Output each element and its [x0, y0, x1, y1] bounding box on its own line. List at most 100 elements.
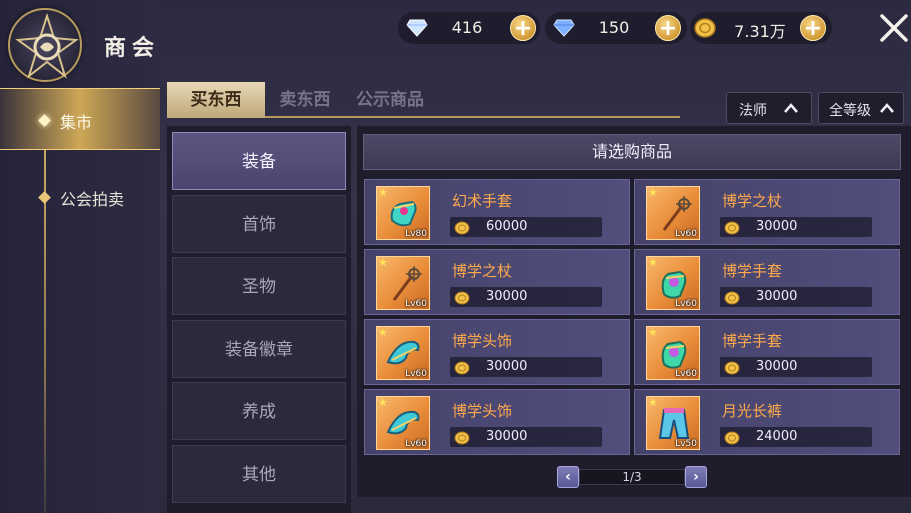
category-other[interactable]: 其他: [172, 445, 346, 503]
item-price: 30000: [486, 289, 528, 304]
gloves-icon: [390, 200, 417, 227]
item-price-bar: 24000: [720, 427, 872, 447]
item-thumbnail: ★ Lv60: [376, 256, 430, 310]
close-button[interactable]: [878, 12, 910, 44]
diamond-marker-icon: [38, 114, 51, 127]
currency-gold: 7.31万 +: [690, 12, 832, 44]
class-filter-dropdown[interactable]: 法师: [726, 92, 812, 124]
pagination: ‹ 1/3 ›: [557, 466, 707, 488]
category-equipment[interactable]: 装备: [172, 132, 346, 190]
item-level: Lv60: [405, 439, 427, 449]
goods-panel: 请选购商品 ★ Lv80 幻术手套 60000 ★ Lv60 博学之杖 3000…: [357, 126, 911, 497]
goods-header: 请选购商品: [363, 134, 901, 170]
gold-coin-icon: [724, 430, 740, 449]
gold-value: 7.31万: [734, 22, 786, 41]
item-price: 30000: [756, 219, 798, 234]
sidebar-item-label: 集市: [60, 113, 93, 132]
currency-diamond: 416 +: [398, 12, 540, 44]
hat-icon: [386, 340, 420, 365]
add-diamond-button[interactable]: +: [510, 15, 536, 41]
sidebar-item-market[interactable]: 集市: [0, 88, 160, 150]
diamond-value: 416: [451, 18, 483, 37]
tab-public-goods[interactable]: 公示商品: [345, 82, 435, 118]
goods-item[interactable]: ★ Lv80 幻术手套 60000: [364, 179, 630, 245]
goods-item[interactable]: ★ Lv60 博学头饰 30000: [364, 389, 630, 455]
tab-bar: 买东西 卖东西 公示商品: [167, 82, 680, 118]
item-price: 30000: [756, 359, 798, 374]
level-filter-label: 全等级: [829, 103, 871, 119]
item-name: 博学头饰: [452, 332, 513, 350]
diamond-marker-icon: [38, 191, 51, 204]
gold-coin-icon: [454, 220, 470, 239]
chevron-up-icon: [783, 102, 799, 118]
gold-coin-icon: [724, 290, 740, 309]
gold-coin-icon: [454, 430, 470, 449]
goods-item[interactable]: ★ Lv60 博学手套 30000: [634, 319, 900, 385]
item-level: Lv80: [405, 229, 427, 239]
item-thumbnail: ★ Lv60: [646, 326, 700, 380]
tab-buy[interactable]: 买东西: [167, 82, 265, 118]
currency-crystal: 150 +: [545, 12, 687, 44]
staff-icon: [392, 266, 422, 301]
item-level: Lv60: [675, 299, 697, 309]
item-thumbnail: ★ Lv60: [376, 396, 430, 450]
item-price-bar: 30000: [450, 427, 602, 447]
item-name: 博学之杖: [452, 262, 513, 280]
item-name: 博学手套: [722, 262, 783, 280]
item-price-bar: 30000: [450, 287, 602, 307]
item-price-bar: 30000: [720, 357, 872, 377]
item-price: 30000: [756, 289, 798, 304]
item-price-bar: 30000: [720, 217, 872, 237]
level-filter-dropdown[interactable]: 全等级: [818, 92, 904, 124]
class-filter-label: 法师: [739, 103, 767, 119]
goods-item[interactable]: ★ Lv60 博学之杖 30000: [634, 179, 900, 245]
goods-item[interactable]: ★ Lv60 博学头饰 30000: [364, 319, 630, 385]
item-thumbnail: ★ Lv60: [646, 256, 700, 310]
item-name: 博学之杖: [722, 192, 783, 210]
prev-page-button[interactable]: ‹: [557, 466, 579, 488]
item-price: 30000: [486, 429, 528, 444]
page-indicator: 1/3: [579, 469, 685, 485]
item-thumbnail: ★ Lv60: [376, 326, 430, 380]
item-level: Lv60: [405, 369, 427, 379]
goods-item[interactable]: ★ Lv50 月光长裤 24000: [634, 389, 900, 455]
hat-icon: [386, 410, 420, 435]
item-thumbnail: ★ Lv50: [646, 396, 700, 450]
chevron-up-icon: [879, 102, 895, 118]
next-page-button[interactable]: ›: [685, 466, 707, 488]
gloves-icon: [661, 270, 687, 299]
gloves-icon: [661, 340, 687, 369]
category-jewelry[interactable]: 首饰: [172, 195, 346, 253]
gold-coin-icon: [694, 17, 716, 43]
category-equipment-badge[interactable]: 装备徽章: [172, 320, 346, 378]
item-price-bar: 30000: [720, 287, 872, 307]
item-price: 30000: [486, 359, 528, 374]
page-title: 商会: [104, 35, 161, 61]
staff-icon: [662, 196, 692, 231]
category-list: 装备 首饰 圣物 装备徽章 养成 其他: [167, 126, 351, 513]
item-level: Lv60: [405, 299, 427, 309]
item-price-bar: 30000: [450, 357, 602, 377]
crystal-icon: [553, 19, 575, 41]
item-name: 博学头饰: [452, 402, 513, 420]
category-cultivation[interactable]: 养成: [172, 382, 346, 440]
diamond-icon: [406, 19, 428, 41]
pants-icon: [658, 408, 690, 439]
add-crystal-button[interactable]: +: [655, 15, 681, 41]
add-gold-button[interactable]: +: [800, 15, 826, 41]
goods-item[interactable]: ★ Lv60 博学手套 30000: [634, 249, 900, 315]
item-level: Lv60: [675, 369, 697, 379]
item-thumbnail: ★ Lv60: [646, 186, 700, 240]
gold-coin-icon: [724, 220, 740, 239]
item-level: Lv60: [675, 229, 697, 239]
item-name: 幻术手套: [452, 192, 513, 210]
category-relic[interactable]: 圣物: [172, 257, 346, 315]
tab-sell[interactable]: 卖东西: [265, 82, 345, 118]
item-name: 博学手套: [722, 332, 783, 350]
item-level: Lv50: [675, 439, 697, 449]
sidebar-item-guild-auction[interactable]: 公会拍卖: [0, 166, 160, 228]
item-price: 60000: [486, 219, 528, 234]
goods-item[interactable]: ★ Lv60 博学之杖 30000: [364, 249, 630, 315]
item-name: 月光长裤: [722, 402, 783, 420]
item-price-bar: 60000: [450, 217, 602, 237]
